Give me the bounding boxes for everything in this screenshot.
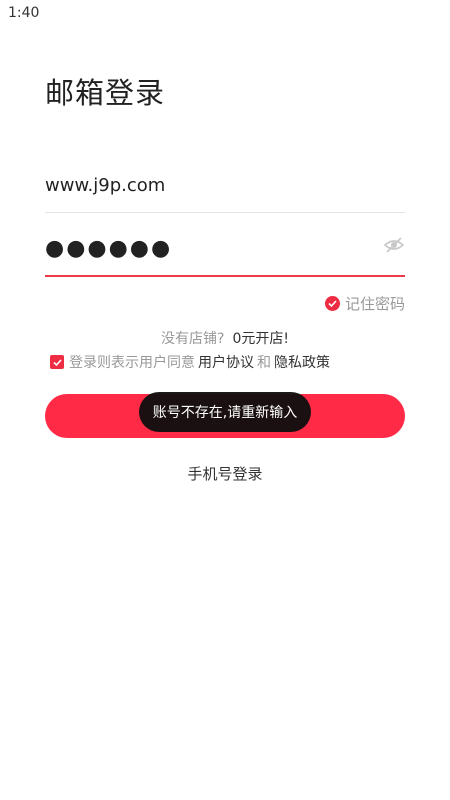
status-time: 1:40 [8,5,40,21]
agreement-text: 登录则表示用户同意 [69,355,195,371]
page-title: 邮箱登录 [45,76,166,110]
password-input[interactable] [45,230,365,266]
status-bar: 1:40 [0,0,450,26]
open-store-row: 没有店铺? 0元开店! [0,328,450,348]
email-field[interactable] [45,162,405,213]
open-store-prompt: 没有店铺? [161,331,225,347]
password-field[interactable] [45,226,405,277]
privacy-policy-link[interactable]: 隐私政策 [274,352,330,372]
agreement-checkbox[interactable] [50,355,64,369]
eye-hidden-icon[interactable] [383,234,405,256]
agreement-and: 和 [257,355,271,371]
email-input[interactable] [45,168,405,202]
open-store-link[interactable]: 0元开店! [232,331,289,347]
remember-password-label: 记住密码 [344,294,405,313]
error-toast: 账号不存在,请重新输入 [139,392,311,432]
user-agreement-link[interactable]: 用户协议 [198,352,254,372]
agreement-row: 登录则表示用户同意 用户协议 和 隐私政策 [50,352,333,372]
remember-password-toggle[interactable]: 记住密码 [324,293,405,313]
phone-login-link[interactable]: 手机号登录 [0,463,450,484]
check-circle-icon[interactable] [324,295,340,311]
